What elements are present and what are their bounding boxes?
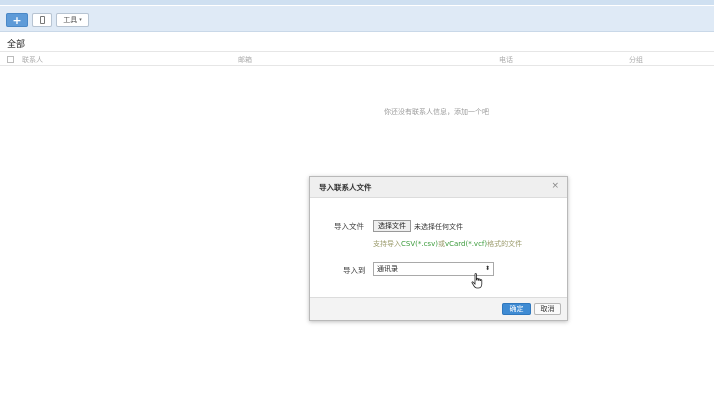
column-header-phone[interactable]: 电话 — [499, 55, 513, 65]
tools-dropdown-button[interactable]: 工具 ▾ — [56, 13, 89, 27]
plus-icon: + — [12, 13, 22, 27]
tools-label: 工具 — [63, 16, 78, 24]
choose-file-button[interactable]: 选择文件 — [373, 220, 411, 232]
import-file-label: 导入文件 — [334, 222, 364, 231]
import-dialog: 导入联系人文件 × 导入文件 选择文件 未选择任何文件 支持导入CSV(*.cs… — [309, 176, 568, 321]
format-hint: 支持导入CSV(*.csv)或vCard(*.vcf)格式的文件 — [373, 240, 523, 248]
empty-state-message: 你还没有联系人信息，添加一个吧 — [384, 108, 489, 116]
hand-cursor-icon — [471, 273, 483, 289]
top-strip — [0, 0, 714, 5]
caret-down-icon: ▾ — [79, 17, 82, 23]
select-arrow-icon: ⬍ — [484, 265, 490, 272]
cancel-button[interactable]: 取消 — [534, 303, 561, 315]
column-header-contact[interactable]: 联系人 — [22, 55, 43, 65]
no-file-text: 未选择任何文件 — [414, 223, 463, 231]
toolbar: + 工具 ▾ — [0, 6, 714, 32]
close-icon[interactable]: × — [551, 181, 559, 191]
import-to-value: 通讯录 — [377, 265, 398, 273]
confirm-button[interactable]: 确定 — [502, 303, 531, 315]
dialog-title: 导入联系人文件 — [319, 183, 372, 192]
section-title: 全部 — [7, 40, 26, 50]
import-to-label: 导入到 — [343, 266, 366, 275]
mobile-button[interactable] — [32, 13, 52, 27]
phone-icon — [39, 16, 45, 24]
column-header-group[interactable]: 分组 — [629, 55, 643, 65]
add-contact-button[interactable]: + — [6, 13, 28, 27]
column-header-email[interactable]: 邮箱 — [238, 55, 252, 65]
dialog-footer: 确定 取消 — [310, 297, 567, 320]
select-all-checkbox[interactable] — [7, 56, 14, 63]
dialog-header: 导入联系人文件 × — [310, 177, 567, 198]
table-header: 联系人 邮箱 电话 分组 — [0, 51, 714, 66]
